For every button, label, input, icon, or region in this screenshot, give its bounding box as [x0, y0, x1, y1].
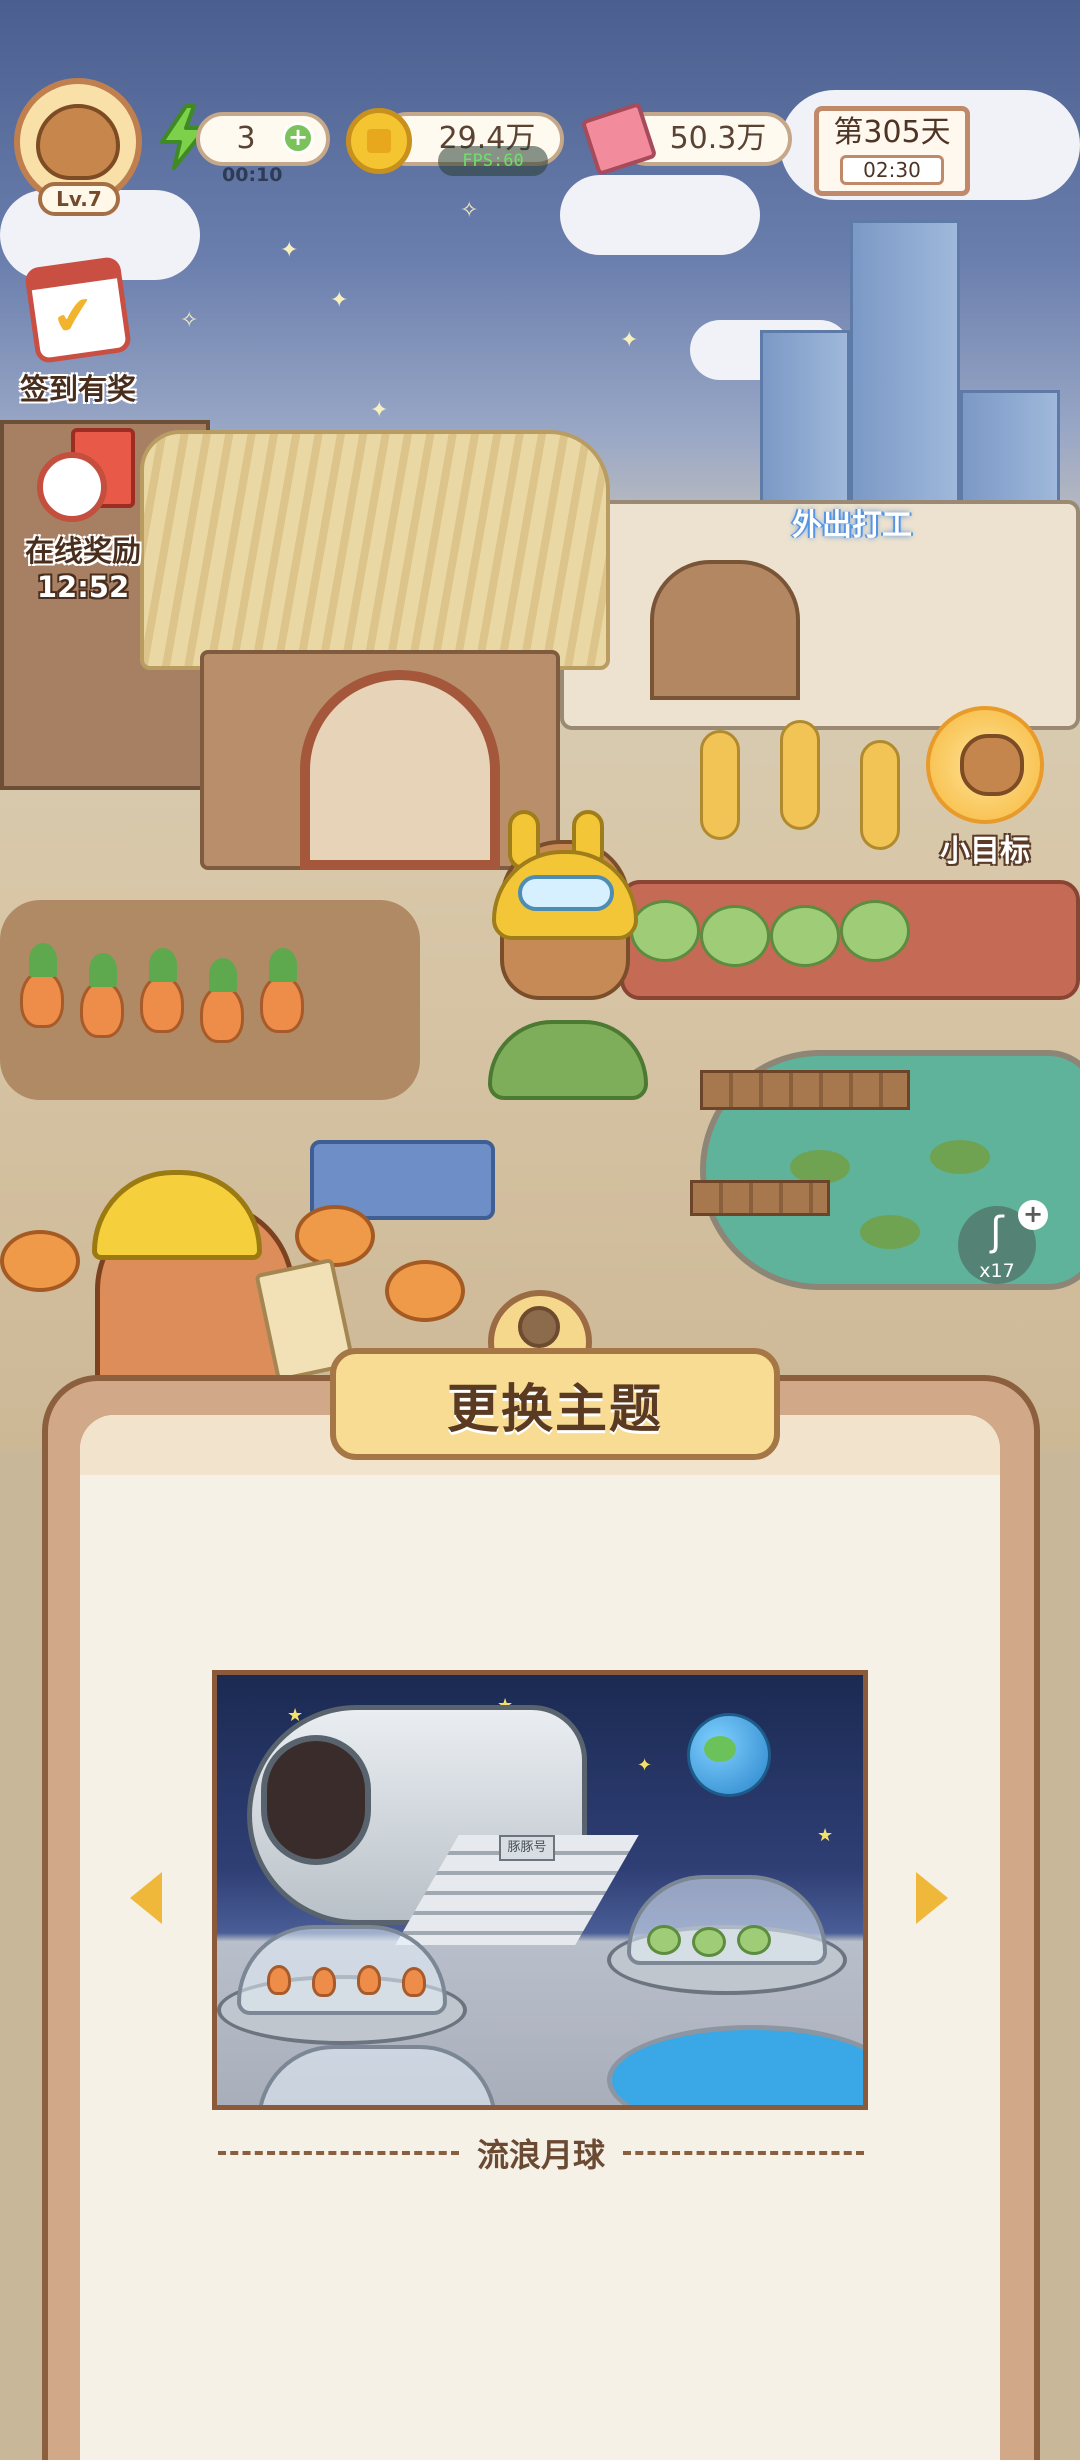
divider — [218, 2151, 459, 2155]
ship-nameplate: 豚豚号 — [499, 1835, 555, 1861]
cabbage-crop[interactable] — [630, 900, 700, 962]
carrot-crop[interactable] — [200, 958, 244, 1043]
building-gate[interactable] — [650, 560, 800, 700]
star-icon: ✦ — [637, 1755, 653, 1776]
energy-timer: 00:10 — [222, 164, 283, 186]
rocket-porthole — [261, 1735, 371, 1865]
online-reward-timer: 12:52 — [36, 570, 130, 604]
carrot-crop[interactable] — [260, 948, 304, 1033]
turtle-mount[interactable] — [488, 1020, 648, 1100]
fps-overlay: FPS:60 — [438, 146, 548, 176]
star-icon: ✦ — [330, 288, 349, 313]
earth-planet — [687, 1713, 771, 1797]
ticket-value: 50.3万 — [669, 121, 767, 156]
wood-bridge — [690, 1180, 830, 1216]
goggles — [518, 875, 614, 911]
carrot-crop[interactable] — [20, 943, 64, 1028]
previous-theme-arrow-icon[interactable] — [130, 1872, 162, 1924]
capybara-face-icon — [36, 104, 120, 180]
cabbage-crop — [647, 1925, 681, 1955]
hard-hat — [92, 1170, 262, 1260]
clip-hole — [518, 1306, 560, 1348]
gift-clock-icon — [31, 428, 135, 528]
cabbage-crop[interactable] — [700, 905, 770, 967]
theme-name: 流浪月球 — [477, 2136, 606, 2174]
day-sign: 第305天 02:30 — [814, 106, 970, 196]
carrot-crop[interactable] — [80, 953, 124, 1038]
corn-crop[interactable] — [860, 740, 900, 850]
pumpkin[interactable] — [295, 1205, 375, 1267]
skyscraper — [850, 220, 960, 520]
level-badge: Lv.7 — [38, 182, 120, 216]
panel-title: 更换主题 — [446, 1379, 663, 1440]
hut-door[interactable] — [300, 670, 500, 870]
carrot-crop — [312, 1967, 336, 1997]
panel-title-plate: 更换主题 — [330, 1348, 780, 1460]
theme-preview-card[interactable]: ★ ★ ✦ ★ 豚豚号 — [212, 1670, 868, 2110]
farm-scene: ✦ ✦ ✦ ✧ ✧ ✦ — [0, 0, 1080, 1450]
online-reward-button[interactable]: 在线奖励 12:52 — [8, 428, 158, 604]
next-theme-arrow-icon[interactable] — [916, 1872, 948, 1924]
checkin-label: 签到有奖 — [19, 372, 136, 406]
theme-name-row: 流浪月球 — [218, 2130, 865, 2176]
calendar-check-icon — [23, 255, 133, 365]
add-bait-button[interactable]: + — [1018, 1200, 1048, 1230]
moon-pond — [607, 2025, 863, 2105]
cloud — [560, 175, 760, 255]
star-icon: ★ — [817, 1825, 834, 1846]
go-work-button[interactable]: 外出打工 — [792, 500, 912, 544]
cabbage-crop[interactable] — [840, 900, 910, 962]
star-icon: ✧ — [180, 308, 199, 333]
online-reward-label: 在线奖励 — [24, 534, 141, 568]
star-icon: ✦ — [620, 328, 639, 353]
alarm-clock-icon — [37, 452, 107, 522]
carrot-crop — [402, 1967, 426, 1997]
lily-pad — [790, 1150, 850, 1184]
lily-pad — [860, 1215, 920, 1249]
energy-value: 3 — [236, 121, 256, 156]
checkin-reward-button[interactable]: 签到有奖 — [8, 255, 148, 408]
fishing-dock — [700, 1070, 910, 1110]
thatched-roof — [140, 430, 610, 670]
add-energy-button[interactable]: + — [282, 122, 314, 154]
star-icon: ✧ — [460, 198, 479, 223]
corn-crop[interactable] — [780, 720, 820, 830]
cabbage-crop[interactable] — [770, 905, 840, 967]
glass-dome — [257, 2045, 497, 2105]
cabbage-crop — [737, 1925, 771, 1955]
carrot-crop — [357, 1965, 381, 1995]
corn-crop[interactable] — [700, 730, 740, 840]
clock-label: 02:30 — [840, 155, 944, 185]
lily-pad — [930, 1140, 990, 1174]
day-label: 第305天 — [833, 115, 951, 150]
cabbage-crop — [692, 1927, 726, 1957]
goal-label: 小目标 — [940, 834, 1030, 869]
pumpkin[interactable] — [385, 1260, 465, 1322]
carrot-crop — [267, 1965, 291, 1995]
star-icon: ✦ — [370, 398, 389, 423]
small-goal-button[interactable]: 小目标 — [920, 706, 1050, 870]
bait-count: x17 — [979, 1260, 1015, 1282]
goal-capybara-icon — [926, 706, 1044, 824]
coin-icon — [346, 108, 412, 174]
divider — [623, 2151, 865, 2155]
star-icon: ✦ — [280, 238, 299, 263]
pumpkin[interactable] — [0, 1230, 80, 1292]
carrot-crop[interactable] — [140, 948, 184, 1033]
